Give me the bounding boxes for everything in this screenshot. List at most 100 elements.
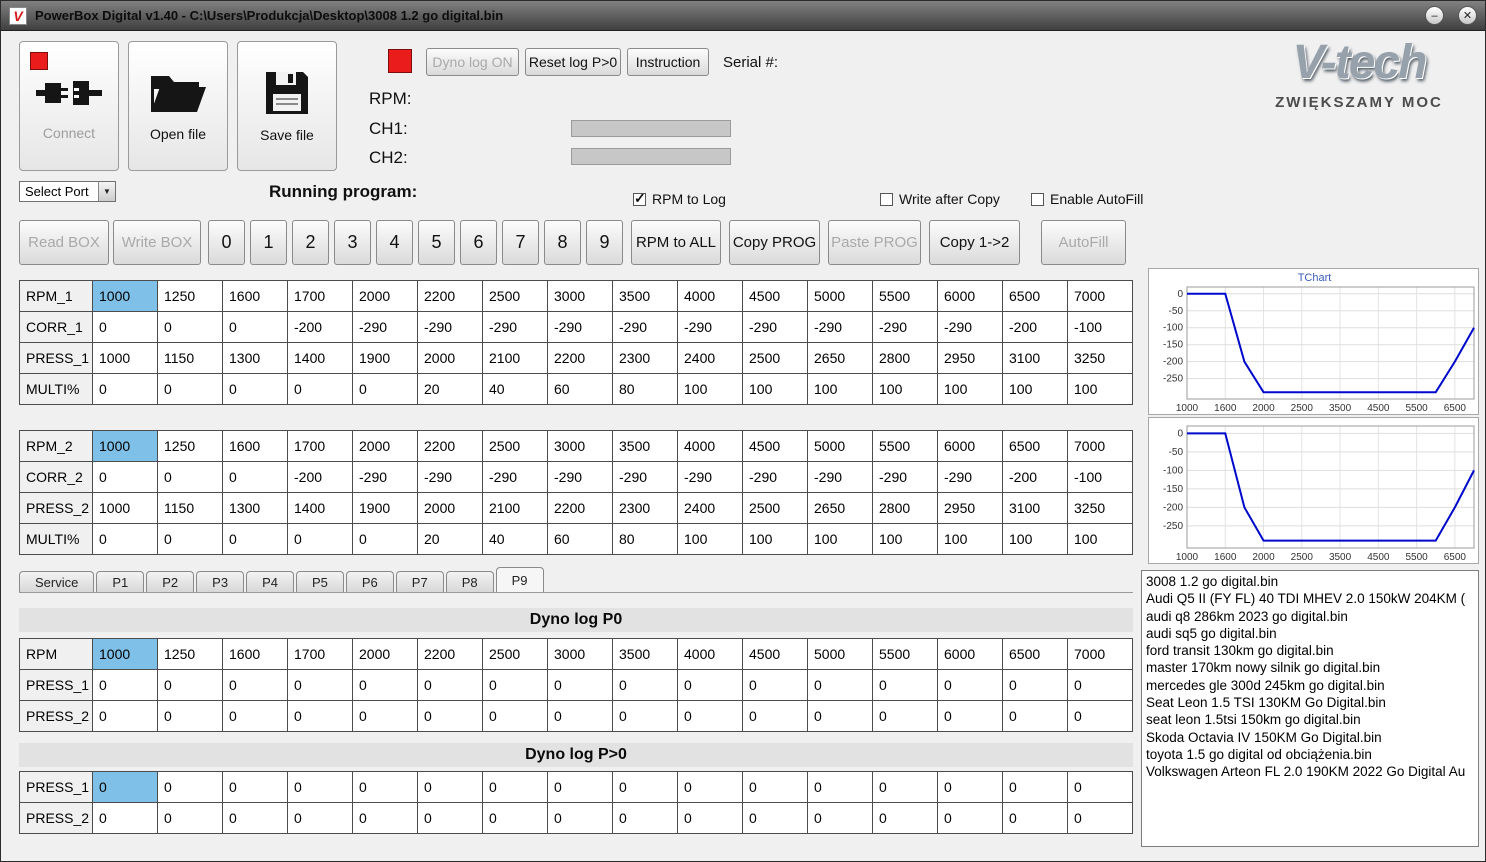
grid-cell[interactable]: 5000 <box>807 638 873 670</box>
read-box-button[interactable]: Read BOX <box>19 220 109 265</box>
grid-cell[interactable]: 0 <box>157 373 223 405</box>
grid-cell[interactable]: 1700 <box>287 638 353 670</box>
grid-cell[interactable]: 1150 <box>157 492 223 524</box>
grid-cell[interactable]: 4000 <box>677 280 743 312</box>
grid-cell[interactable]: 0 <box>547 669 613 701</box>
enable-autofill-checkbox[interactable] <box>1031 192 1044 206</box>
grid-cell[interactable]: 2100 <box>482 342 548 374</box>
minimize-button[interactable]: – <box>1425 6 1444 25</box>
grid-cell[interactable]: 3250 <box>1067 342 1133 374</box>
grid-cell[interactable]: 1250 <box>157 638 223 670</box>
grid-cell[interactable]: 0 <box>417 669 483 701</box>
grid-cell[interactable]: 2200 <box>417 638 483 670</box>
grid-cell[interactable]: 0 <box>482 771 548 803</box>
rpm-to-log-option[interactable]: RPM to Log <box>633 190 726 207</box>
tab-p5[interactable]: P5 <box>295 571 344 593</box>
grid-cell[interactable]: 0 <box>352 700 418 732</box>
grid-cell[interactable]: 6500 <box>1002 430 1068 462</box>
grid-cell[interactable]: 0 <box>612 802 678 834</box>
grid-cell[interactable]: 100 <box>677 523 743 555</box>
grid-cell[interactable]: 0 <box>482 669 548 701</box>
grid-cell[interactable]: 0 <box>937 802 1003 834</box>
grid-cell[interactable]: 100 <box>872 523 938 555</box>
grid-cell[interactable]: 0 <box>1002 700 1068 732</box>
grid-cell[interactable]: 2100 <box>482 492 548 524</box>
tab-p7[interactable]: P7 <box>395 571 444 593</box>
grid-cell[interactable]: 1300 <box>222 492 288 524</box>
grid-cell[interactable]: 0 <box>742 771 808 803</box>
grid-cell[interactable]: -290 <box>352 461 418 493</box>
tab-p9[interactable]: P9 <box>495 567 544 593</box>
grid-cell[interactable]: 80 <box>612 523 678 555</box>
grid-cell[interactable]: 1400 <box>287 492 353 524</box>
tab-p4[interactable]: P4 <box>246 571 294 593</box>
grid-cell[interactable]: 0 <box>1002 669 1068 701</box>
grid-cell[interactable]: 0 <box>92 700 158 732</box>
grid-cell[interactable]: 2500 <box>482 638 548 670</box>
grid-cell[interactable]: -290 <box>937 311 1003 343</box>
grid-cell[interactable]: 0 <box>547 771 613 803</box>
digit-button-1[interactable]: 1 <box>250 220 287 265</box>
grid-cell[interactable]: 1900 <box>352 342 418 374</box>
grid-cell[interactable]: 3250 <box>1067 492 1133 524</box>
close-button[interactable]: ✕ <box>1458 6 1477 25</box>
grid-cell[interactable]: 1300 <box>222 342 288 374</box>
grid-cell[interactable]: 0 <box>157 802 223 834</box>
grid-cell[interactable]: 0 <box>352 523 418 555</box>
grid-cell[interactable]: 100 <box>807 523 873 555</box>
grid-cell[interactable]: 0 <box>417 700 483 732</box>
connect-button[interactable]: Connect <box>19 41 119 171</box>
grid-cell[interactable]: -290 <box>677 311 743 343</box>
grid-cell[interactable]: 100 <box>677 373 743 405</box>
grid-cell[interactable]: 0 <box>222 802 288 834</box>
grid-cell[interactable]: 1250 <box>157 430 223 462</box>
copy-1-to-2-button[interactable]: Copy 1->2 <box>929 220 1020 265</box>
grid-cell[interactable]: 5000 <box>807 430 873 462</box>
grid-cell[interactable]: 0 <box>417 802 483 834</box>
grid-cell[interactable]: 0 <box>677 669 743 701</box>
instruction-button[interactable]: Instruction <box>627 48 709 76</box>
grid-cell[interactable]: 2500 <box>742 342 808 374</box>
grid-cell[interactable]: 0 <box>742 700 808 732</box>
grid-cell[interactable]: 0 <box>482 700 548 732</box>
grid-cell[interactable]: -290 <box>872 461 938 493</box>
autofill-button[interactable]: AutoFill <box>1041 220 1126 265</box>
grid-cell[interactable]: 20 <box>417 373 483 405</box>
grid-cell[interactable]: 7000 <box>1067 430 1133 462</box>
grid-cell[interactable]: 2500 <box>742 492 808 524</box>
grid-cell[interactable]: 0 <box>352 373 418 405</box>
save-file-button[interactable]: Save file <box>237 41 337 171</box>
copy-prog-button[interactable]: Copy PROG <box>729 220 820 265</box>
grid-cell[interactable]: 1000 <box>92 280 158 312</box>
grid-cell[interactable]: 2400 <box>677 342 743 374</box>
grid-cell[interactable]: 0 <box>92 669 158 701</box>
grid-cell[interactable]: 0 <box>807 669 873 701</box>
grid-cell[interactable]: 0 <box>417 771 483 803</box>
file-item[interactable]: Skoda Octavia IV 150KM Go Digital.bin <box>1146 729 1474 746</box>
write-after-copy-option[interactable]: Write after Copy <box>880 191 1000 207</box>
grid-cell[interactable]: 2500 <box>482 430 548 462</box>
grid-cell[interactable]: 0 <box>612 771 678 803</box>
grid-cell[interactable]: 2000 <box>352 638 418 670</box>
file-item[interactable]: seat leon 1.5tsi 150km go digital.bin <box>1146 711 1474 728</box>
grid-cell[interactable]: 4500 <box>742 280 808 312</box>
grid-cell[interactable]: 7000 <box>1067 280 1133 312</box>
digit-button-3[interactable]: 3 <box>334 220 371 265</box>
tab-p6[interactable]: P6 <box>345 571 394 593</box>
grid-cell[interactable]: 0 <box>352 771 418 803</box>
grid-cell[interactable]: 6500 <box>1002 280 1068 312</box>
grid-cell[interactable]: 100 <box>807 373 873 405</box>
grid-cell[interactable]: 4000 <box>677 430 743 462</box>
grid-cell[interactable]: 0 <box>742 802 808 834</box>
grid-cell[interactable]: 3000 <box>547 430 613 462</box>
grid-cell[interactable]: 3000 <box>547 280 613 312</box>
grid-cell[interactable]: 0 <box>92 523 158 555</box>
write-box-button[interactable]: Write BOX <box>113 220 201 265</box>
grid-cell[interactable]: 0 <box>807 771 873 803</box>
grid-cell[interactable]: 0 <box>287 669 353 701</box>
enable-autofill-option[interactable]: Enable AutoFill <box>1031 191 1143 207</box>
grid-cell[interactable]: 1700 <box>287 430 353 462</box>
grid-cell[interactable]: 100 <box>742 523 808 555</box>
grid-cell[interactable]: 0 <box>287 373 353 405</box>
grid-cell[interactable]: 1600 <box>222 638 288 670</box>
